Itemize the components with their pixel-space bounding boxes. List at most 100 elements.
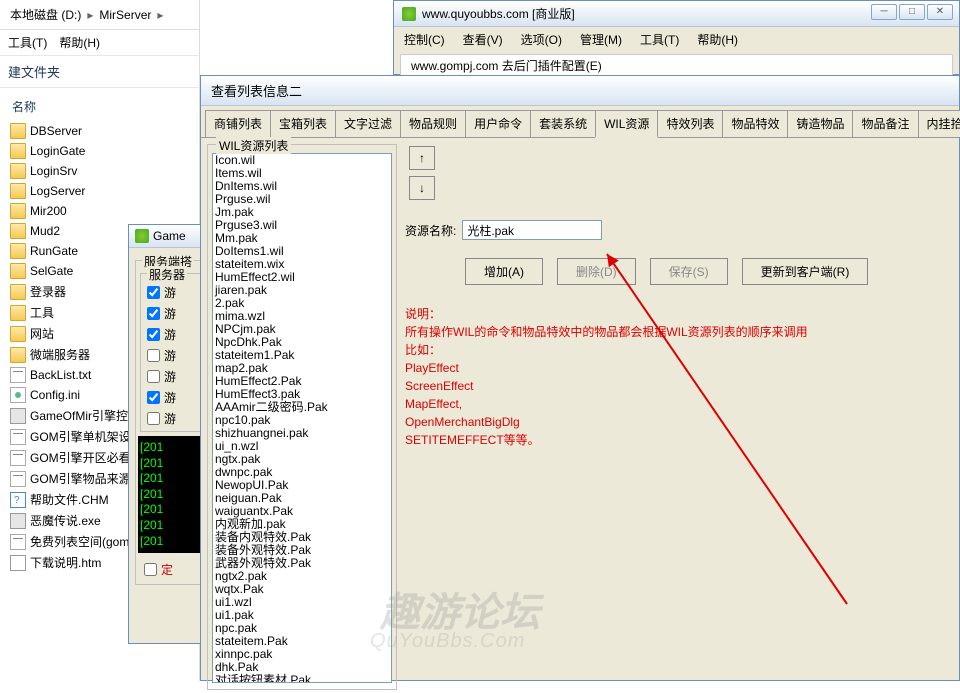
file-item[interactable]: Mir200	[4, 201, 195, 221]
ini-icon	[10, 387, 26, 403]
file-name: 免费列表空间(gom	[30, 533, 129, 550]
maximize-button[interactable]: □	[899, 4, 925, 20]
menu-help[interactable]: 帮助(H)	[59, 34, 100, 51]
service-checkbox[interactable]	[147, 391, 160, 404]
quyou-titlebar[interactable]: www.quyoubbs.com [商业版] ─ □ ✕	[394, 1, 959, 27]
tab-9[interactable]: 铸造物品	[787, 110, 853, 137]
file-name: 微端服务器	[30, 346, 90, 363]
service-checkbox[interactable]	[147, 370, 160, 383]
file-name: GOM引擎单机架设	[30, 428, 131, 445]
file-item[interactable]: DBServer	[4, 121, 195, 141]
instructions-text: 说明：所有操作WIL的命令和物品特效中的物品都会根据WIL资源列表的顺序来调用比…	[405, 305, 945, 449]
service-label: 游	[164, 284, 176, 301]
folder-icon	[10, 263, 26, 279]
menu-item[interactable]: 帮助(H)	[697, 31, 738, 48]
list-item[interactable]: 对话按钮素材.Pak	[213, 674, 391, 683]
move-up-button[interactable]: ↑	[409, 146, 435, 170]
tab-5[interactable]: 套装系统	[530, 110, 596, 137]
html-icon	[10, 555, 26, 571]
column-header-name[interactable]: 名称	[0, 88, 199, 121]
file-name: GOM引擎物品来源	[30, 470, 131, 487]
service-label: 游	[164, 305, 176, 322]
file-name: LogServer	[30, 184, 85, 198]
breadcrumb-drive[interactable]: 本地磁盘 (D:)	[6, 4, 85, 25]
file-name: Mud2	[30, 224, 60, 238]
service-checkbox[interactable]	[147, 307, 160, 320]
explorer-menubar: 工具(T) 帮助(H)	[0, 30, 199, 56]
service-label: 游	[164, 326, 176, 343]
menu-item[interactable]: 工具(T)	[640, 31, 679, 48]
folder-icon	[10, 284, 26, 300]
menu-item[interactable]: 选项(O)	[521, 31, 562, 48]
file-name: Mir200	[30, 204, 67, 218]
main-dialog: 查看列表信息二 商铺列表宝箱列表文字过滤物品规则用户命令套装系统WIL资源特效列…	[200, 75, 960, 681]
tab-4[interactable]: 用户命令	[465, 110, 531, 137]
tab-1[interactable]: 宝箱列表	[270, 110, 336, 137]
delete-button[interactable]: 删除(D)	[557, 258, 636, 285]
file-name: 网站	[30, 325, 54, 342]
txt-icon	[10, 450, 26, 466]
txt-icon	[10, 471, 26, 487]
log-output: [201[201[201[201[201[201[201	[138, 436, 208, 553]
file-name: LoginGate	[30, 144, 85, 158]
tab-6[interactable]: WIL资源	[595, 110, 658, 138]
main-title[interactable]: 查看列表信息二	[201, 76, 959, 106]
service-checkbox[interactable]	[147, 286, 160, 299]
file-item[interactable]: LoginSrv	[4, 161, 195, 181]
file-name: 帮助文件.CHM	[30, 491, 109, 508]
file-item[interactable]: LogServer	[4, 181, 195, 201]
folder-icon	[10, 183, 26, 199]
toolbar-newfolder[interactable]: 建文件夹	[0, 56, 199, 88]
tab-11[interactable]: 内挂拾取	[918, 110, 960, 137]
file-name: 恶魔传说.exe	[30, 512, 101, 529]
update-client-button[interactable]: 更新到客户端(R)	[742, 258, 869, 285]
service-label: 游	[164, 389, 176, 406]
file-name: BackList.txt	[30, 368, 91, 382]
resource-name-label: 资源名称:	[405, 222, 456, 239]
breadcrumb-folder[interactable]: MirServer	[95, 6, 155, 24]
folder-icon	[10, 223, 26, 239]
folder-icon	[10, 203, 26, 219]
tab-2[interactable]: 文字过滤	[335, 110, 401, 137]
file-name: Config.ini	[30, 388, 80, 402]
txt-icon	[10, 429, 26, 445]
group-label-inner: 服务器	[147, 266, 187, 283]
add-button[interactable]: 增加(A)	[465, 258, 543, 285]
file-name: GameOfMir引擎控	[30, 407, 128, 424]
wil-resource-listbox[interactable]: Icon.wilItems.wilDnItems.wilPrguse.wilJm…	[212, 153, 392, 683]
menu-item[interactable]: 控制(C)	[404, 31, 445, 48]
service-checkbox[interactable]	[147, 412, 160, 425]
bottom-label: 定	[161, 561, 173, 578]
service-label: 游	[164, 410, 176, 427]
service-checkbox[interactable]	[147, 328, 160, 341]
tab-10[interactable]: 物品备注	[852, 110, 918, 137]
menu-item[interactable]: 查看(V)	[463, 31, 503, 48]
file-name: RunGate	[30, 244, 78, 258]
minimize-button[interactable]: ─	[871, 4, 897, 20]
wil-list-group: WIL资源列表 Icon.wilItems.wilDnItems.wilPrgu…	[207, 144, 397, 690]
close-button[interactable]: ✕	[927, 4, 953, 20]
service-checkbox[interactable]	[147, 349, 160, 362]
quyou-menubar: 控制(C) 查看(V) 选项(O) 管理(M) 工具(T) 帮助(H)	[394, 27, 959, 52]
menu-tools[interactable]: 工具(T)	[8, 34, 47, 51]
tab-8[interactable]: 物品特效	[722, 110, 788, 137]
resource-name-input[interactable]	[462, 220, 602, 240]
menu-item[interactable]: 管理(M)	[580, 31, 622, 48]
folder-icon	[10, 347, 26, 363]
folder-icon	[10, 123, 26, 139]
save-button[interactable]: 保存(S)	[650, 258, 728, 285]
service-label: 游	[164, 368, 176, 385]
folder-icon	[10, 326, 26, 342]
tab-0[interactable]: 商铺列表	[205, 110, 271, 137]
bottom-checkbox[interactable]	[144, 563, 157, 576]
chm-icon	[10, 492, 26, 508]
file-name: SelGate	[30, 264, 73, 278]
file-item[interactable]: LoginGate	[4, 141, 195, 161]
txt-icon	[10, 367, 26, 383]
tab-3[interactable]: 物品规则	[400, 110, 466, 137]
tab-7[interactable]: 特效列表	[657, 110, 723, 137]
file-name: LoginSrv	[30, 164, 77, 178]
move-down-button[interactable]: ↓	[409, 176, 435, 200]
address-bar[interactable]: 本地磁盘 (D:) ▸ MirServer ▸	[0, 0, 199, 30]
file-name: 下载说明.htm	[30, 554, 101, 571]
